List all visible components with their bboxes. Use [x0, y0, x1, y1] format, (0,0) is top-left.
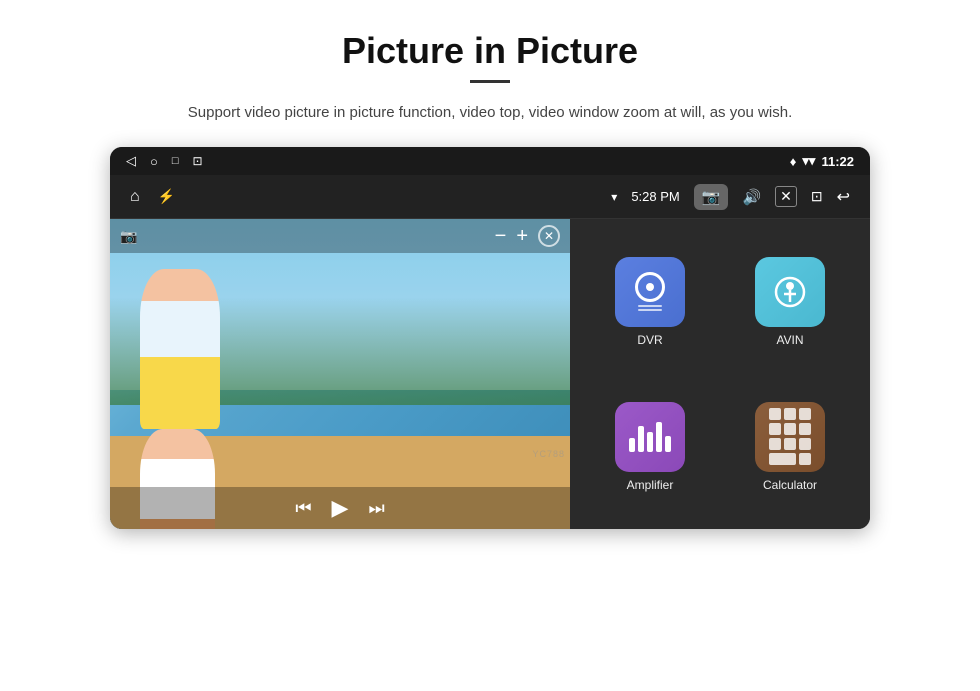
app-calculator-icon [755, 402, 825, 472]
nav-bar-left: ⌂ ⚡ [130, 188, 175, 206]
pip-top-controls: 📷 − + ✕ [110, 219, 570, 253]
dvr-circle [635, 272, 665, 302]
back-nav-icon[interactable]: ↩ [837, 187, 850, 207]
amp-bar-1 [629, 438, 635, 452]
amp-bar-5 [665, 436, 671, 452]
app-avin-label: AVIN [776, 333, 803, 347]
app-amplifier-wrapper[interactable]: Amplifier [585, 379, 715, 514]
pip-prev-button[interactable]: ⏮ [295, 498, 311, 519]
nav-time: 5:28 PM [631, 189, 679, 204]
calc-btn-6 [799, 423, 811, 435]
square-icon: □ [172, 155, 179, 167]
status-bar: ◁ ○ □ ⊡ ♦ ▾▾ 11:22 [110, 147, 870, 175]
calc-btn-9 [799, 438, 811, 450]
dvr-line-2 [638, 309, 662, 311]
page-subtitle: Support video picture in picture functio… [40, 101, 940, 125]
calc-btn-eq [799, 453, 811, 465]
home-icon[interactable]: ⌂ [130, 188, 140, 206]
close-nav-icon[interactable]: ✕ [775, 186, 797, 207]
pip-video: 📷 − + ✕ ⏮ ▶ ⏭ [110, 219, 570, 529]
app-grid: DVR AVIN [570, 219, 870, 529]
figure-1 [140, 269, 220, 429]
calc-btn-2 [784, 408, 796, 420]
wifi-icon: ▾▾ [802, 153, 815, 169]
app-avin-icon [755, 257, 825, 327]
status-bar-right: ♦ ▾▾ 11:22 [790, 153, 854, 169]
app-dvr-label: DVR [637, 333, 662, 347]
amp-bar-4 [656, 422, 662, 452]
calc-btn-7 [769, 438, 781, 450]
app-dvr-wrapper[interactable]: DVR [585, 234, 715, 369]
page-wrapper: Picture in Picture Support video picture… [0, 0, 980, 549]
app-calculator-label: Calculator [763, 478, 817, 492]
pip-bottom-controls: ⏮ ▶ ⏭ [110, 487, 570, 529]
volume-icon[interactable]: 🔊 [742, 188, 761, 206]
window-icon[interactable]: ⊡ [811, 188, 823, 205]
avin-svg [772, 274, 808, 310]
nav-bar-right: ▾ 5:28 PM 📷 🔊 ✕ ⊡ ↩ [611, 184, 850, 210]
calc-btn-3 [799, 408, 811, 420]
pip-play-button[interactable]: ▶ [332, 495, 349, 521]
calc-inner [765, 404, 815, 469]
camera-button[interactable]: 📷 [694, 184, 729, 210]
dvr-line-1 [638, 305, 662, 307]
home-circle-icon: ○ [150, 154, 158, 169]
pip-camera-icon: 📷 [120, 228, 137, 245]
app-dvr-icon [615, 257, 685, 327]
pip-close-button[interactable]: ✕ [538, 225, 560, 247]
amp-bar-2 [638, 426, 644, 452]
back-arrow-icon: ◁ [126, 153, 136, 169]
page-title: Picture in Picture [40, 30, 940, 72]
calc-btn-zero [769, 453, 796, 465]
app-avin-wrapper[interactable]: AVIN [725, 234, 855, 369]
pip-plus-button[interactable]: + [516, 226, 528, 246]
pip-resize-controls: − + ✕ [495, 225, 560, 247]
calc-btn-5 [784, 423, 796, 435]
app-amplifier-label: Amplifier [627, 478, 674, 492]
app-area: 📷 − + ✕ ⏮ ▶ ⏭ [110, 219, 870, 529]
calc-btn-1 [769, 408, 781, 420]
nav-bar: ⌂ ⚡ ▾ 5:28 PM 📷 🔊 ✕ ⊡ ↩ [110, 175, 870, 219]
calc-btn-8 [784, 438, 796, 450]
wifi-nav-icon: ▾ [611, 190, 617, 204]
amp-bar-3 [647, 432, 653, 452]
pip-minus-button[interactable]: − [495, 226, 507, 246]
dvr-dot [646, 283, 654, 291]
status-bar-left: ◁ ○ □ ⊡ [126, 153, 203, 169]
amp-inner [629, 422, 671, 452]
calc-btn-4 [769, 423, 781, 435]
time-display: 11:22 [821, 154, 854, 169]
dvr-inner [635, 272, 665, 311]
cast-icon: ⊡ [193, 154, 203, 168]
people-figures [140, 269, 540, 469]
title-divider [470, 80, 510, 83]
pip-overlay[interactable]: 📷 − + ✕ ⏮ ▶ ⏭ [110, 219, 570, 529]
location-icon: ♦ [790, 154, 797, 169]
usb-icon: ⚡ [158, 188, 175, 205]
app-calculator-wrapper[interactable]: Calculator [725, 379, 855, 514]
device-frame: ◁ ○ □ ⊡ ♦ ▾▾ 11:22 ⌂ ⚡ ▾ 5:28 PM 📷 🔊 [110, 147, 870, 529]
pip-next-button[interactable]: ⏭ [368, 498, 384, 519]
dvr-lines [638, 305, 662, 311]
app-amplifier-icon [615, 402, 685, 472]
watermark: YC788 [532, 449, 565, 459]
